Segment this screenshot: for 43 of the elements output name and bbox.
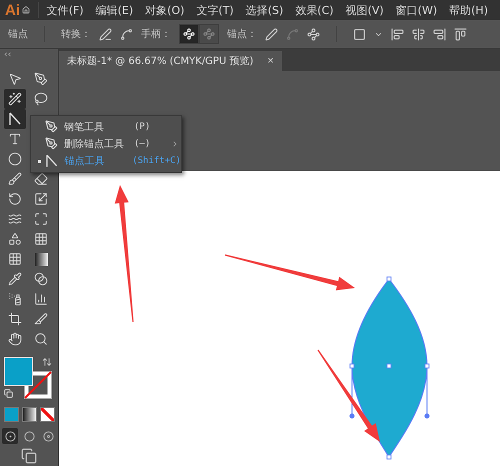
connect-anchors-icon[interactable] [307, 28, 320, 40]
bullet-icon [38, 160, 42, 163]
handle-icon [183, 28, 195, 40]
align-right-icon[interactable] [433, 28, 446, 40]
anchor-point-icon[interactable] [4, 109, 26, 129]
flyout-menu-item[interactable]: 钢笔工具 (P) [31, 118, 181, 136]
smooth-convert-icon[interactable] [120, 28, 133, 40]
screen-mode-icon[interactable] [21, 448, 37, 464]
shape-icon[interactable] [353, 28, 366, 40]
fill-swatch[interactable] [4, 357, 33, 386]
magic-wand-icon[interactable] [4, 89, 26, 109]
draw-mode-button[interactable] [2, 428, 18, 444]
flyout-menu-item[interactable]: 删除锚点工具 (–) [31, 135, 181, 152]
convert-label: 转换： [61, 28, 91, 41]
menu-item[interactable]: 编辑(E) [96, 2, 134, 18]
handles-label: 手柄： [141, 28, 171, 41]
selection-label: 锚点 [8, 28, 28, 41]
menu-item[interactable]: 窗口(W) [396, 2, 438, 18]
app-logo: Ai [5, 2, 21, 18]
gradient-mode-button[interactable] [22, 407, 36, 422]
align-center-icon[interactable] [412, 28, 425, 40]
handle-icon [203, 28, 215, 40]
pen-icon [45, 120, 58, 134]
document-tab[interactable]: 未标题-1* @ 66.67% (CMYK/GPU 预览) × [59, 51, 282, 71]
handle-button[interactable] [179, 24, 199, 44]
swap-icon[interactable] [42, 357, 52, 367]
color-mode-button[interactable] [4, 407, 18, 422]
menu-item[interactable]: 文字(T) [196, 2, 234, 18]
anchor-point-icon [44, 154, 58, 168]
pen-icon [45, 137, 58, 150]
anchors-label: 锚点： [227, 28, 257, 41]
handle-button[interactable] [199, 24, 219, 44]
close-button[interactable]: × [267, 55, 274, 67]
menu-item[interactable]: 对象(O) [145, 2, 184, 18]
menu-item[interactable]: 视图(V) [346, 2, 384, 18]
menu-item[interactable]: 选择(S) [246, 2, 284, 18]
align-top-icon[interactable] [454, 28, 467, 40]
none-mode-button[interactable] [40, 407, 54, 422]
align-left-icon[interactable] [391, 28, 404, 40]
menu-item[interactable]: 效果(C) [295, 2, 334, 18]
menu-item[interactable]: 帮助(H) [449, 2, 488, 18]
document-title: 未标题-1* @ 66.67% (CMYK/GPU 预览) [67, 54, 254, 68]
menu-item[interactable]: 文件(F) [46, 2, 84, 18]
